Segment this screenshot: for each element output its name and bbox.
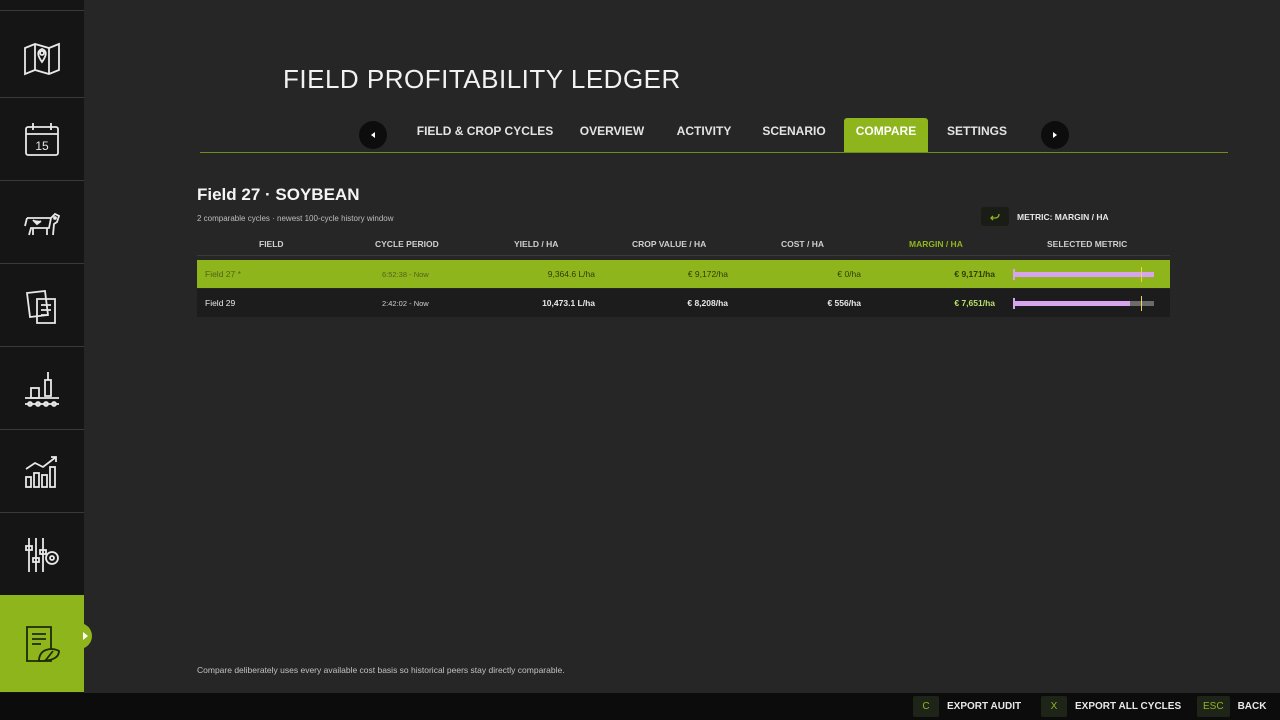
tab-bar: FIELD & CROP CYCLES OVERVIEW ACTIVITY SC… <box>200 118 1228 153</box>
tab-activity[interactable]: ACTIVITY <box>666 118 742 152</box>
footnote: Compare deliberately uses every availabl… <box>197 665 565 675</box>
header-yield: YIELD / HA <box>514 239 559 249</box>
table-row[interactable]: Field 29 2:42:02 - Now 10,473.1 L/ha € 8… <box>197 289 1170 317</box>
key-hint: ESC <box>1197 696 1230 717</box>
cell-cost: € 556/ha <box>827 298 861 308</box>
sidebar-item-field-ledger[interactable] <box>0 595 92 692</box>
table-row[interactable]: Field 27 * 6:52:38 - Now 9,364.6 L/ha € … <box>197 260 1170 288</box>
export-all-cycles-button[interactable]: X EXPORT ALL CYCLES <box>1041 696 1181 717</box>
metric-toggle-button[interactable] <box>981 207 1009 226</box>
svg-text:15: 15 <box>35 139 49 153</box>
section-title: Field 27 · SOYBEAN <box>197 185 360 204</box>
metric-bar <box>1013 296 1154 311</box>
cell-field: Field 27 * <box>205 269 241 279</box>
section-subtitle: 2 comparable cycles · newest 100-cycle h… <box>197 214 394 223</box>
sidebar-item-map[interactable] <box>0 17 84 98</box>
sidebar-item-statistics[interactable] <box>0 432 84 513</box>
field-ledger-icon <box>26 625 60 662</box>
cell-margin: € 7,651/ha <box>954 298 995 308</box>
cell-value: € 8,208/ha <box>687 298 728 308</box>
cell-field: Field 29 <box>205 298 236 308</box>
tab-compare[interactable]: COMPARE <box>844 118 928 152</box>
header-field: FIELD <box>259 239 284 249</box>
tab-scenario[interactable]: SCENARIO <box>754 118 834 152</box>
sidebar-item-top[interactable] <box>0 0 84 11</box>
cell-period: 2:42:02 - Now <box>382 299 429 308</box>
header-margin[interactable]: MARGIN / HA <box>909 239 963 249</box>
metric-label: METRIC: MARGIN / HA <box>1017 212 1109 222</box>
cell-yield: 9,364.6 L/ha <box>547 269 595 279</box>
statistics-icon <box>25 456 57 488</box>
cow-icon <box>24 212 61 236</box>
compare-table: FIELD CYCLE PERIOD YIELD / HA CROP VALUE… <box>197 236 1170 317</box>
tab-prev-button[interactable] <box>359 121 387 149</box>
settings-sliders-icon <box>25 538 59 572</box>
header-cycle-period: CYCLE PERIOD <box>375 239 439 249</box>
page-title: FIELD PROFITABILITY LEDGER <box>283 64 681 94</box>
metric-bar-marker <box>1141 267 1142 282</box>
metric-bar-fill <box>1014 272 1154 277</box>
metric-bar-fill <box>1014 301 1130 306</box>
tab-overview[interactable]: OVERVIEW <box>570 118 654 152</box>
header-selected-metric: SELECTED METRIC <box>1047 239 1128 249</box>
export-audit-button[interactable]: C EXPORT AUDIT <box>913 696 1021 717</box>
action-label: EXPORT AUDIT <box>947 701 1022 712</box>
cell-period: 6:52:38 - Now <box>382 270 429 279</box>
header-crop-value: CROP VALUE / HA <box>632 239 707 249</box>
metric-bar <box>1013 267 1154 282</box>
cycle-arrow-icon <box>990 213 1000 220</box>
sidebar-item-calendar[interactable]: 15 <box>0 100 84 181</box>
tab-settings[interactable]: SETTINGS <box>938 118 1016 152</box>
tab-field-crop-cycles[interactable]: FIELD & CROP CYCLES <box>412 118 558 152</box>
sidebar: 15 <box>0 0 92 693</box>
key-hint: C <box>913 696 939 717</box>
tab-next-button[interactable] <box>1041 121 1069 149</box>
sidebar-item-animals[interactable] <box>0 183 84 264</box>
calendar-icon: 15 <box>25 123 59 156</box>
key-hint: X <box>1041 696 1067 717</box>
metric-bar-marker <box>1141 296 1142 311</box>
map-pin-icon <box>24 42 60 76</box>
contracts-icon <box>25 290 56 324</box>
sidebar-item-contracts[interactable] <box>0 266 84 347</box>
action-bar: C EXPORT AUDIT X EXPORT ALL CYCLES ESC B… <box>0 693 1280 720</box>
sidebar-item-production[interactable] <box>0 349 84 430</box>
back-button[interactable]: ESC BACK <box>1197 696 1266 717</box>
cell-value: € 9,172/ha <box>687 269 728 279</box>
active-indicator <box>76 623 92 649</box>
cell-margin: € 9,171/ha <box>954 269 995 279</box>
sidebar-item-settings[interactable] <box>0 515 84 596</box>
table-header: FIELD CYCLE PERIOD YIELD / HA CROP VALUE… <box>197 236 1170 256</box>
header-cost: COST / HA <box>781 239 824 249</box>
production-icon <box>25 372 59 407</box>
action-label: BACK <box>1237 701 1267 712</box>
action-label: EXPORT ALL CYCLES <box>1075 701 1182 712</box>
cell-cost: € 0/ha <box>837 269 861 279</box>
cell-yield: 10,473.1 L/ha <box>542 298 595 308</box>
